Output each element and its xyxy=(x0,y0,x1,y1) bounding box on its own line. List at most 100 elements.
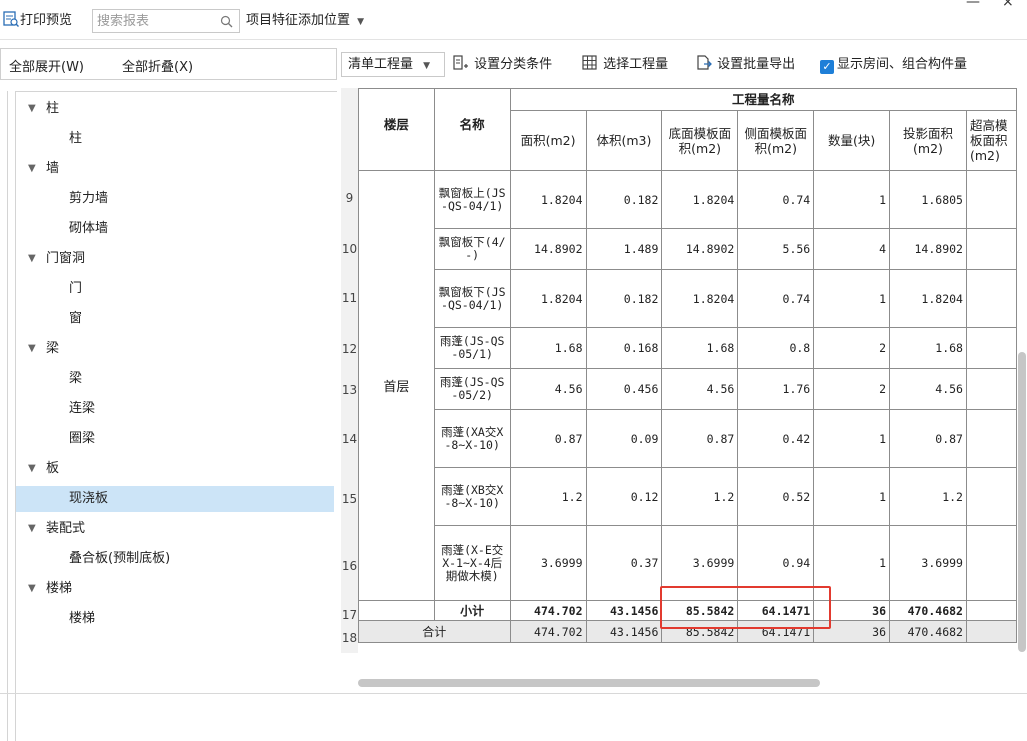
quantity-type-select[interactable]: 清单工程量 ▼ xyxy=(341,52,445,77)
value-cell[interactable] xyxy=(965,600,1017,621)
value-cell[interactable]: 3.6999 xyxy=(509,525,587,601)
floor-cell[interactable]: 首层 xyxy=(358,170,435,601)
print-preview-button[interactable]: 打印预览 xyxy=(2,9,72,33)
value-cell[interactable]: 43.1456 xyxy=(585,600,663,621)
table-row[interactable]: 雨蓬(JS-QS-05/2) 4.56 0.456 4.56 1.76 2 4.… xyxy=(359,368,1017,410)
tree-item-column[interactable]: 柱 xyxy=(16,126,334,152)
vertical-scroll-thumb[interactable] xyxy=(1018,352,1026,652)
value-cell[interactable]: 0.94 xyxy=(737,525,815,601)
name-cell[interactable]: 雨蓬(X-E交X-1~X-4后期做木模) xyxy=(433,525,511,601)
value-cell[interactable]: 0.74 xyxy=(737,269,815,328)
subtotal-row[interactable]: 小计 474.702 43.1456 85.5842 64.1471 36 47… xyxy=(358,600,1017,621)
table-row[interactable]: 飘窗板下(4/-) 14.8902 1.489 14.8902 5.56 4 1… xyxy=(359,228,1017,270)
value-cell[interactable]: 1.2 xyxy=(661,467,739,526)
value-cell[interactable] xyxy=(965,228,1017,270)
value-cell[interactable]: 1.2 xyxy=(509,467,587,526)
value-cell[interactable]: 1.6805 xyxy=(889,170,967,229)
value-cell[interactable] xyxy=(965,327,1017,369)
collapse-triangle-icon[interactable]: ▼ xyxy=(28,516,36,542)
value-cell[interactable]: 474.702 xyxy=(509,600,587,621)
vertical-scrollbar[interactable] xyxy=(1017,88,1027,688)
table-row[interactable]: 雨蓬(XB交X-8~X-10) 1.2 0.12 1.2 0.52 1 1.2 xyxy=(359,467,1017,526)
value-cell[interactable]: 4.56 xyxy=(509,368,587,410)
left-panel-scrollbar[interactable] xyxy=(0,91,8,741)
value-cell[interactable]: 0.37 xyxy=(585,525,663,601)
value-cell[interactable]: 0.182 xyxy=(585,170,663,229)
value-cell[interactable]: 64.1471 xyxy=(737,600,815,621)
value-cell[interactable]: 1 xyxy=(813,269,891,328)
column-header[interactable]: 面积(m2) xyxy=(509,110,587,171)
value-cell[interactable] xyxy=(965,525,1017,601)
value-cell[interactable] xyxy=(965,620,1017,643)
value-cell[interactable] xyxy=(965,269,1017,328)
value-cell[interactable]: 0.456 xyxy=(585,368,663,410)
table-row[interactable]: 雨蓬(JS-QS-05/1) 1.68 0.168 1.68 0.8 2 1.6… xyxy=(359,327,1017,369)
tree-item-stairs[interactable]: 楼梯 xyxy=(16,606,334,632)
tree-item-window[interactable]: 窗 xyxy=(16,306,334,332)
value-cell[interactable]: 1 xyxy=(813,170,891,229)
value-cell[interactable]: 85.5842 xyxy=(661,620,739,643)
feature-position-dropdown[interactable]: 项目特征添加位置 ▼ xyxy=(246,9,364,33)
value-cell[interactable]: 43.1456 xyxy=(585,620,663,643)
name-cell[interactable]: 雨蓬(XB交X-8~X-10) xyxy=(433,467,511,526)
collapse-triangle-icon[interactable]: ▼ xyxy=(28,246,36,272)
name-cell[interactable]: 飘窗板上(JS-QS-04/1) xyxy=(433,170,511,229)
column-header[interactable]: 投影面积(m2) xyxy=(889,110,967,171)
tree-group-beam[interactable]: ▼ 梁 xyxy=(16,336,334,362)
value-cell[interactable]: 85.5842 xyxy=(661,600,739,621)
floor-header[interactable]: 楼层 xyxy=(358,88,435,171)
value-cell[interactable]: 4.56 xyxy=(889,368,967,410)
value-cell[interactable]: 0.87 xyxy=(889,409,967,468)
table-row[interactable]: 飘窗板下(JS-QS-04/1) 1.8204 0.182 1.8204 0.7… xyxy=(359,269,1017,328)
value-cell[interactable]: 1.489 xyxy=(585,228,663,270)
value-cell[interactable] xyxy=(965,467,1017,526)
show-rooms-checkbox[interactable]: ✓ 显示房间、组合构件量 xyxy=(820,54,967,76)
value-cell[interactable]: 1.8204 xyxy=(661,269,739,328)
collapse-triangle-icon[interactable]: ▼ xyxy=(28,336,36,362)
name-cell[interactable]: 雨蓬(JS-QS-05/2) xyxy=(433,368,511,410)
value-cell[interactable]: 0.8 xyxy=(737,327,815,369)
value-cell[interactable]: 470.4682 xyxy=(889,620,967,643)
horizontal-scroll-thumb[interactable] xyxy=(358,679,820,687)
name-cell[interactable]: 飘窗板下(4/-) xyxy=(433,228,511,270)
total-label[interactable]: 合计 xyxy=(358,620,511,643)
value-cell[interactable]: 474.702 xyxy=(509,620,587,643)
value-cell[interactable]: 1 xyxy=(813,409,891,468)
expand-all-button[interactable]: 全部展开(W) xyxy=(9,56,84,75)
value-cell[interactable]: 0.87 xyxy=(661,409,739,468)
value-cell[interactable]: 64.1471 xyxy=(737,620,815,643)
value-cell[interactable]: 14.8902 xyxy=(889,228,967,270)
column-header[interactable]: 底面模板面积(m2) xyxy=(661,110,739,171)
value-cell[interactable]: 14.8902 xyxy=(661,228,739,270)
value-cell[interactable]: 0.12 xyxy=(585,467,663,526)
search-icon[interactable] xyxy=(220,15,233,28)
tree-group-column[interactable]: ▼ 柱 xyxy=(16,96,334,122)
batch-export-button[interactable]: 设置批量导出 xyxy=(695,54,795,76)
value-cell[interactable]: 3.6999 xyxy=(661,525,739,601)
value-cell[interactable]: 1.68 xyxy=(509,327,587,369)
value-cell[interactable] xyxy=(965,409,1017,468)
close-icon[interactable]: × xyxy=(1002,0,1014,10)
value-cell[interactable]: 1.76 xyxy=(737,368,815,410)
value-cell[interactable]: 2 xyxy=(813,368,891,410)
checkbox-checked-icon[interactable]: ✓ xyxy=(820,60,834,74)
value-cell[interactable]: 1.68 xyxy=(889,327,967,369)
value-cell[interactable]: 1.8204 xyxy=(509,170,587,229)
tree-item-ring-beam[interactable]: 圈梁 xyxy=(16,426,334,452)
value-cell[interactable]: 0.182 xyxy=(585,269,663,328)
tree-item-composite-slab[interactable]: 叠合板(预制底板) xyxy=(16,546,334,572)
collapse-triangle-icon[interactable]: ▼ xyxy=(28,96,36,122)
tree-group-openings[interactable]: ▼ 门窗洞 xyxy=(16,246,334,272)
minimize-icon[interactable]: — xyxy=(966,0,980,10)
select-quantity-button[interactable]: 选择工程量 xyxy=(581,54,668,76)
collapse-triangle-icon[interactable]: ▼ xyxy=(28,156,36,182)
value-cell[interactable]: 1 xyxy=(813,467,891,526)
tree-group-slab[interactable]: ▼ 板 xyxy=(16,456,334,482)
tree-item-shear-wall[interactable]: 剪力墙 xyxy=(16,186,334,212)
value-cell[interactable] xyxy=(965,368,1017,410)
value-cell[interactable]: 1.2 xyxy=(889,467,967,526)
tree-group-prefab[interactable]: ▼ 装配式 xyxy=(16,516,334,542)
tree-item-masonry-wall[interactable]: 砌体墙 xyxy=(16,216,334,242)
collapse-triangle-icon[interactable]: ▼ xyxy=(28,576,36,602)
name-cell[interactable]: 雨蓬(XA交X-8~X-10) xyxy=(433,409,511,468)
